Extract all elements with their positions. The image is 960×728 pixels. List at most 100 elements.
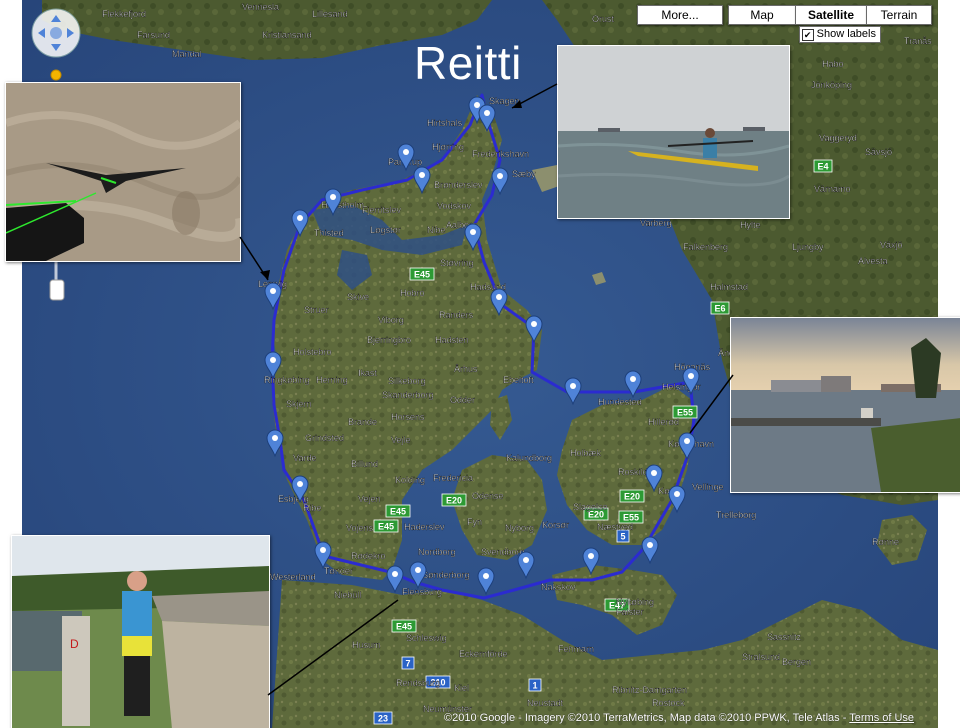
place-label-varde: Varde [293,453,316,463]
place-label-odder: Odder [450,395,475,405]
road-badge-11: E4 [813,159,833,173]
svg-text:7: 7 [405,659,410,669]
place-label-falkenberg: Falkenberg [683,242,728,252]
terms-of-use-link[interactable]: Terms of Use [849,712,914,724]
road-badge-10: E6 [710,301,730,315]
place-label-rostock: Rostock [652,698,685,708]
pan-control[interactable] [31,8,81,58]
map-type-terrain-button[interactable]: Terrain [866,5,932,25]
map-stage: E45 E45 E45 E45 E20 E20 E20 E55 E55 E47 E6 E4 210 7 1 2… [0,0,960,728]
place-label-vaggeryd: Vaggeryd [819,133,857,143]
place-label-skive: Skive [347,292,369,302]
road-badge-15: 23 [373,711,393,725]
road-badge-1: E45 [385,504,411,518]
place-label-hobro: Hobro [400,288,425,298]
map-type-controls: More... Map Satellite Terrain [637,5,932,25]
slide-title: Reitti [414,37,522,89]
place-label-nordborg: Nordborg [418,547,456,557]
place-label-struer: Struer [304,305,329,315]
place-label-ronne: Rønne [872,537,899,547]
place-label-herning: Herning [316,375,348,385]
place-label-bjerringbro: Bjerringbro [367,335,411,345]
svg-text:E55: E55 [623,513,639,523]
place-label-hjorring: Hjørring [432,142,464,152]
place-label-svendborg: Svendborg [481,547,525,557]
place-label-nibe: Nibe [427,225,446,235]
place-label-fehmarn: Fehmarn [558,644,594,654]
place-label-horsens: Horsens [391,412,425,422]
place-label-hadsten: Hadsten [435,335,469,345]
place-label-stralsund: Stralsund [742,652,780,662]
place-label-vodskov: Vodskov [437,201,472,211]
place-label-kristiansand: Kristiansand [262,30,312,40]
place-label-skanderborg: Skanderborg [382,390,434,400]
place-label-jonkoping: Jönköping [811,80,852,90]
place-label-nyborg: Nyborg [505,523,534,533]
place-label-flekkefjord: Flekkefjord [102,9,146,19]
place-label-thisted: Thisted [314,228,344,238]
place-label-odense: Odense [472,491,504,501]
place-label-bergen: Bergen [782,657,811,667]
place-label-alvesta: Alvesta [858,256,888,266]
place-label-vejen: Vejen [358,494,381,504]
show-labels-label: Show labels [816,28,876,40]
place-label-ebeltoft: Ebeltoft [503,375,534,385]
svg-text:E55: E55 [677,408,693,418]
place-label-fyn: Fyn [467,517,482,527]
svg-text:E4: E4 [817,162,828,172]
place-label-mandal: Mandal [172,49,202,59]
map-type-map-button[interactable]: Map [728,5,796,25]
place-label-randers: Randers [439,310,474,320]
checkbox-icon[interactable]: ✔ [801,28,814,41]
place-label-tonder: Tønder [324,566,353,576]
road-badge-14: 1 [528,678,542,692]
place-label-sassnitz: Sassnitz [767,632,802,642]
photo-kayak-paddle-sand [5,82,241,262]
place-label-habo: Habo [822,59,844,69]
place-label-vellinge: Vellinge [692,482,724,492]
place-label-lillesand: Lillesand [312,9,348,19]
place-label-trelleborg: Trelleborg [716,510,756,520]
place-label-kolding: Kolding [395,475,425,485]
svg-text:E45: E45 [390,507,406,517]
show-labels-toggle[interactable]: ✔ Show labels [798,26,881,43]
place-label-niebull: Niebüll [334,590,362,600]
place-label-bronderslev: Brønderslev [434,180,483,190]
place-label-vojens: Vojens [346,523,374,533]
road-badge-5: E20 [619,489,645,503]
svg-text:1: 1 [532,681,537,691]
place-label-fjerritslev: Fjerritslev [362,205,402,215]
place-label-haderslev: Haderslev [404,522,445,532]
place-label-silkeborg: Silkeborg [388,376,426,386]
place-label-savsjo: Sävsjö [865,147,892,157]
place-label-ikast: Ikast [358,368,378,378]
place-label-skjern: Skjern [286,399,312,409]
place-label-hylte: Hylte [740,220,761,230]
svg-text:D: D [70,637,79,651]
place-label-stovring: Støvring [440,258,474,268]
road-badge-4: E20 [441,493,467,507]
attribution-text: ©2010 Google - Imagery ©2010 TerraMetric… [444,712,850,724]
place-label-ribe: Ribe [303,503,322,513]
map-type-satellite-button[interactable]: Satellite [795,5,867,25]
place-label-hundested: Hundested [598,397,642,407]
place-label-schleswig: Schleswig [406,633,447,643]
place-label-holbaek: Holbæk [570,448,602,458]
place-label-varnamo: Värnamo [814,184,851,194]
place-label-westerland: Westerland [270,572,315,582]
svg-text:23: 23 [378,714,388,724]
place-label-tranas: Tranås [904,36,932,46]
svg-text:5: 5 [620,532,625,542]
place-label-arhus: Århus [454,364,478,374]
more-button[interactable]: More... [637,5,723,25]
place-label-eckernforde: Eckernförde [459,649,508,659]
place-label-vennesla: Vennesla [242,2,279,12]
place-label-naestved: Næstved [597,522,633,532]
place-label-billund: Billund [351,459,378,469]
place-label-hillerod: Hillerød [648,417,679,427]
road-badge-0: E45 [409,267,435,281]
svg-text:E45: E45 [378,522,394,532]
place-label-kiel: Kiel [454,683,469,693]
place-label-slagelse: Slagelse [573,502,608,512]
place-label-saeby: Sæby [512,169,536,179]
